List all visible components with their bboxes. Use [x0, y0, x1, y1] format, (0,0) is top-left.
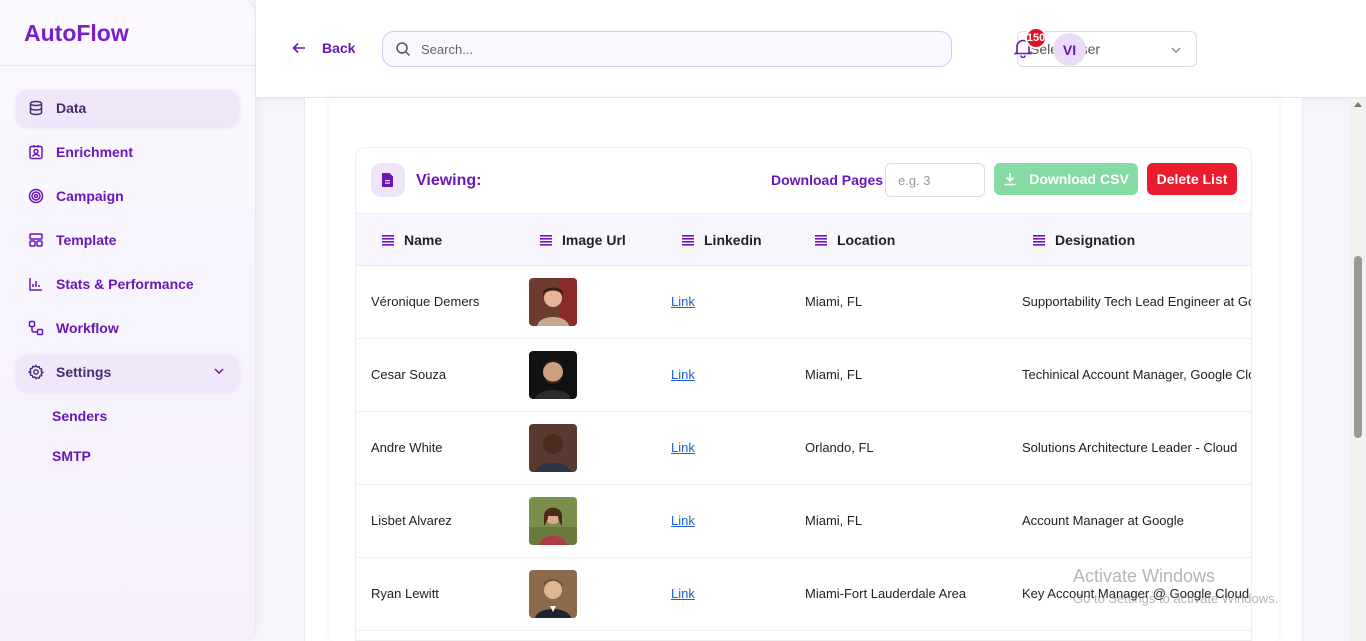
avatar[interactable]: VI	[1053, 33, 1086, 66]
linkedin-link[interactable]: Link	[671, 367, 695, 382]
profile-photo	[529, 351, 577, 399]
sidebar-subitem-senders[interactable]: Senders	[52, 398, 239, 434]
cell-location: Miami, FL	[805, 367, 863, 382]
download-pages-input[interactable]	[885, 163, 985, 197]
profile-photo	[529, 497, 577, 545]
cell-location: Miami, FL	[805, 513, 863, 528]
document-icon	[371, 163, 405, 197]
back-label: Back	[322, 40, 356, 56]
sidebar-item-label: Template	[56, 232, 117, 248]
sidebar-item-label: Data	[56, 100, 87, 116]
sidebar-item-label: Campaign	[56, 188, 124, 204]
profile-photo	[529, 278, 577, 326]
search-input[interactable]	[421, 41, 921, 57]
sidebar-item-label: Settings	[56, 364, 112, 380]
watermark-subtitle: Go to Settings to activate Windows.	[1073, 591, 1279, 606]
arrow-left-icon	[292, 42, 305, 54]
sidebar-item-workflow[interactable]: Workflow	[16, 310, 239, 346]
column-menu-icon	[815, 235, 827, 246]
linkedin-link[interactable]: Link	[671, 440, 695, 455]
column-menu-icon	[1033, 235, 1045, 246]
cell-name: Véronique Demers	[371, 294, 480, 309]
sidebar-item-data[interactable]: Data	[16, 90, 239, 126]
sidebar-item-label: Stats & Performance	[56, 276, 194, 292]
cell-designation: Supportability Tech Lead Engineer at Goo…	[1022, 294, 1251, 309]
delete-list-button[interactable]: Delete List	[1147, 163, 1237, 195]
sidebar-subitem-smtp[interactable]: SMTP	[52, 438, 239, 474]
sidebar-item-campaign[interactable]: Campaign	[16, 178, 239, 214]
scroll-up-arrow-icon[interactable]	[1354, 102, 1362, 107]
database-icon	[28, 100, 44, 116]
profile-photo	[529, 424, 577, 472]
column-menu-icon	[382, 235, 394, 246]
list-toolbar: Viewing: Download Pages Download CSV Del…	[356, 148, 1251, 213]
table-row: Andre White Link Orlando, FL Solutions A…	[356, 412, 1251, 485]
sidebar: AutoFlow Data Enrichment Campaign Templa…	[0, 0, 256, 641]
linkedin-link[interactable]: Link	[671, 294, 695, 309]
activate-windows-watermark: Activate Windows Go to Settings to activ…	[1073, 566, 1278, 606]
sidebar-item-template[interactable]: Template	[16, 222, 239, 258]
table-row: Cesar Souza Link Miami, FL Techinical Ac…	[356, 339, 1251, 412]
notification-badge: 150	[1025, 27, 1047, 49]
contact-card-icon	[28, 144, 44, 160]
chevron-down-icon	[1170, 43, 1182, 59]
download-pages-label: Download Pages	[771, 172, 884, 188]
target-icon	[28, 188, 44, 204]
cell-location: Orlando, FL	[805, 440, 874, 455]
table-header: Name Image Url Linkedin Location Designa…	[356, 213, 1251, 266]
table-row: Lisbet Alvarez Link Miami, FL Account Ma…	[356, 485, 1251, 558]
gear-icon	[28, 364, 44, 380]
watermark-title: Activate Windows	[1073, 566, 1216, 586]
back-button[interactable]: Back	[292, 40, 355, 56]
brand-logo: AutoFlow	[0, 0, 255, 66]
workflow-icon	[28, 320, 44, 336]
table-row: Véronique Demers Link Miami, FL Supporta…	[356, 266, 1251, 339]
sidebar-item-label: Workflow	[56, 320, 119, 336]
column-header-name[interactable]: Name	[382, 232, 442, 248]
column-header-linkedin[interactable]: Linkedin	[682, 232, 762, 248]
sidebar-item-enrichment[interactable]: Enrichment	[16, 134, 239, 170]
sidebar-item-settings[interactable]: Settings	[16, 354, 239, 390]
linkedin-link[interactable]: Link	[671, 586, 695, 601]
sidebar-item-label: Enrichment	[56, 144, 134, 160]
column-header-location[interactable]: Location	[815, 232, 895, 248]
chevron-down-icon	[213, 364, 225, 380]
column-menu-icon	[540, 235, 552, 246]
download-csv-button[interactable]: Download CSV	[994, 163, 1138, 195]
cell-name: Ryan Lewitt	[371, 586, 439, 601]
vertical-scrollbar[interactable]	[1350, 98, 1366, 641]
column-menu-icon	[682, 235, 694, 246]
layout-icon	[28, 232, 44, 248]
cell-location: Miami, FL	[805, 294, 863, 309]
cell-name: Cesar Souza	[371, 367, 447, 382]
search-bar	[382, 31, 952, 67]
column-header-designation[interactable]: Designation	[1033, 232, 1135, 248]
download-icon	[1004, 173, 1016, 186]
sidebar-item-stats[interactable]: Stats & Performance	[16, 266, 239, 302]
cell-name: Lisbet Alvarez	[371, 513, 452, 528]
viewing-label: Viewing:	[416, 172, 482, 189]
cell-designation: Solutions Architecture Leader - Cloud	[1022, 440, 1238, 455]
cell-designation: Account Manager at Google	[1022, 513, 1184, 528]
bar-chart-icon	[28, 276, 44, 292]
profile-photo	[529, 570, 577, 618]
top-header: Back Select user	[256, 0, 1366, 98]
cell-designation: Techinical Account Manager, Google Cloud	[1022, 367, 1252, 382]
cell-name: Andre White	[371, 440, 443, 455]
download-csv-label: Download CSV	[1029, 171, 1129, 187]
scrollbar-thumb[interactable]	[1354, 256, 1362, 438]
search-icon	[396, 42, 411, 57]
linkedin-link[interactable]: Link	[671, 513, 695, 528]
column-header-image-url[interactable]: Image Url	[540, 232, 626, 248]
cell-location: Miami-Fort Lauderdale Area	[805, 586, 967, 601]
sidebar-nav: Data Enrichment Campaign Template Stats …	[0, 66, 255, 474]
